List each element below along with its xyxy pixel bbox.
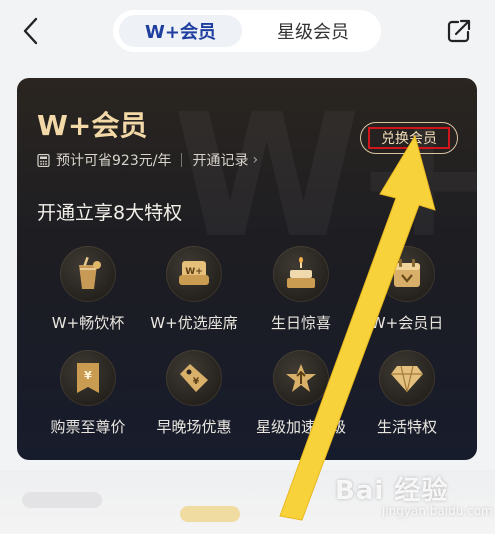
diamond-icon <box>391 365 423 393</box>
top-bar: W+会员 星级会员 <box>0 0 495 68</box>
privileges-title: 开通立享8大特权 <box>37 202 183 224</box>
card-title: W+会员 <box>37 109 148 142</box>
seat-icon: W+ <box>179 261 209 285</box>
perk-item[interactable]: W+会员日 <box>352 246 462 333</box>
star-upgrade-icon <box>286 364 316 392</box>
record-link-label: 开通记录 <box>192 153 249 169</box>
perk-label: 生日惊喜 <box>270 314 331 332</box>
red-highlight-box <box>368 127 450 149</box>
baidu-watermark: Bai 经验 <box>335 476 449 506</box>
perk-label: 生活特权 <box>376 418 437 436</box>
back-button[interactable] <box>14 14 48 48</box>
blurred-item <box>180 506 240 522</box>
perk-badge <box>60 246 116 302</box>
share-button[interactable] <box>442 14 476 48</box>
calculator-icon <box>37 153 50 167</box>
perk-badge <box>273 246 329 302</box>
perk-label: W+畅饮杯 <box>51 314 125 332</box>
calendar-icon <box>394 259 420 287</box>
baidu-watermark-url: jingyan.baidu.com <box>382 504 493 518</box>
chevron-right-icon: › <box>252 152 259 168</box>
perk-badge <box>379 350 435 406</box>
perk-badge <box>273 350 329 406</box>
birthday-cake-icon <box>287 257 315 288</box>
perk-badge: ¥ <box>60 350 116 406</box>
perk-item[interactable]: ¥ 购票至尊价 <box>33 350 143 437</box>
perk-badge <box>379 246 435 302</box>
perk-item[interactable]: 生日惊喜 <box>246 246 356 333</box>
perk-label: 星级加速升级 <box>255 418 346 436</box>
share-icon <box>447 19 471 43</box>
tab-w-plus-member[interactable]: W+会员 <box>119 15 242 47</box>
divider <box>181 153 183 167</box>
perk-label: W+优选座席 <box>150 314 238 332</box>
price-tag-icon: ¥ <box>180 364 208 392</box>
redeem-member-button[interactable]: 兑换会员 <box>360 122 458 154</box>
svg-text:¥: ¥ <box>84 369 92 382</box>
svg-text:W+: W+ <box>185 267 202 277</box>
record-link[interactable]: 开通记录 › <box>192 150 258 170</box>
perk-item[interactable]: W+畅饮杯 <box>33 246 143 333</box>
svg-text:¥: ¥ <box>193 377 200 387</box>
perk-item[interactable]: 星级加速升级 <box>246 350 356 437</box>
w-plus-member-card: W+ W+会员 预计可省923元/年 开通记录 › 兑换会员 开通立享8大特权 <box>17 78 477 460</box>
perk-label: 购票至尊价 <box>50 418 126 436</box>
blurred-item <box>22 492 102 508</box>
perk-badge: W+ <box>166 246 222 302</box>
cup-icon <box>79 256 101 289</box>
perk-item[interactable]: 生活特权 <box>352 350 462 437</box>
perk-label: 早晚场优惠 <box>156 418 232 436</box>
chevron-left-icon <box>23 17 38 45</box>
tab-star-member[interactable]: 星级会员 <box>252 15 374 47</box>
member-tabs: W+会员 星级会员 <box>113 10 381 52</box>
savings-row: 预计可省923元/年 开通记录 › <box>37 150 258 170</box>
savings-text: 预计可省923元/年 <box>56 153 172 169</box>
ticket-discount-icon: ¥ <box>77 363 99 393</box>
perk-badge: ¥ <box>166 350 222 406</box>
perk-item[interactable]: ¥ 早晚场优惠 <box>139 350 249 437</box>
perk-item[interactable]: W+ W+优选座席 <box>139 246 249 333</box>
perk-label: W+会员日 <box>370 314 444 332</box>
